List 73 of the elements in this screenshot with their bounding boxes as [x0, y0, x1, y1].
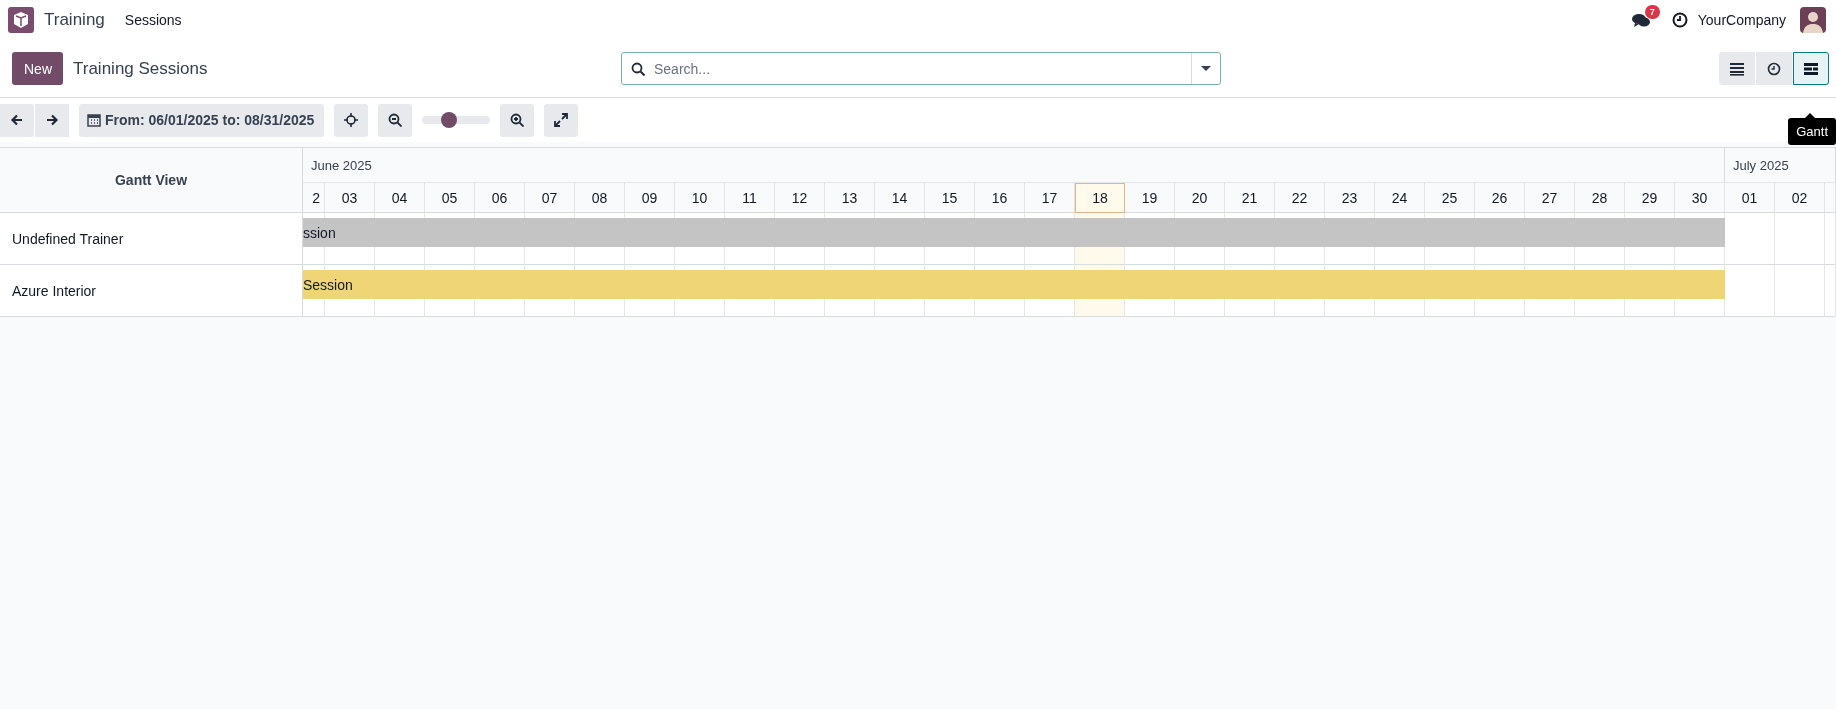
day-header: 18	[1075, 183, 1125, 213]
caret-icon[interactable]	[1201, 66, 1211, 71]
zoom-in-icon	[510, 113, 525, 127]
zoom-out-icon	[388, 113, 403, 127]
day-header: 17	[1025, 183, 1075, 213]
gantt-bar[interactable]: ssion	[303, 218, 1725, 247]
day-header: 29	[1625, 183, 1675, 213]
day-header: 08	[575, 183, 625, 213]
gantt-bar[interactable]: Session	[303, 270, 1725, 299]
clock-icon[interactable]	[1671, 12, 1688, 28]
company-name[interactable]: YourCompany	[1697, 12, 1786, 28]
day-header: 14	[875, 183, 925, 213]
app-logo-icon[interactable]	[8, 7, 34, 33]
list-view-icon	[1729, 60, 1745, 77]
day-header: 19	[1125, 183, 1175, 213]
menu-item[interactable]: Sessions	[124, 12, 182, 28]
new-button[interactable]: New	[12, 52, 63, 85]
day-header: 04	[375, 183, 425, 213]
slider-thumb[interactable]	[440, 112, 457, 128]
gantt-view-icon	[1803, 60, 1819, 77]
avatar-icon[interactable]	[1800, 7, 1826, 33]
expand-button[interactable]	[544, 103, 579, 137]
expand-icon	[554, 113, 569, 127]
search-input[interactable]: Search...	[652, 59, 1191, 78]
day-header: 21	[1225, 183, 1275, 213]
day-header: 26	[1475, 183, 1525, 213]
view-switch-button[interactable]	[1793, 52, 1829, 85]
arrow-left-icon	[10, 113, 24, 127]
calendar-icon	[87, 113, 101, 127]
month-header: July 2025	[1725, 148, 1836, 183]
zoom-in-button[interactable]	[500, 103, 535, 137]
day-header: 07	[525, 183, 575, 213]
day-header: 30	[1675, 183, 1725, 213]
search-bar[interactable]: Search...	[621, 52, 1221, 85]
day-header: 24	[1375, 183, 1425, 213]
day-header: 11	[725, 183, 775, 213]
clock-icon	[1766, 60, 1782, 77]
day-header: 28	[1575, 183, 1625, 213]
arrow-right-icon	[45, 113, 59, 127]
breadcrumb-title: Training Sessions	[73, 58, 209, 79]
day-header: 03	[325, 183, 375, 213]
month-header: June 2025	[303, 148, 1725, 183]
chat-icon[interactable]	[1631, 12, 1650, 28]
day-header: 27	[1525, 183, 1575, 213]
day-header: 05	[425, 183, 475, 213]
column-header: Gantt View	[0, 148, 303, 213]
day-header: 12	[775, 183, 825, 213]
date-range-button[interactable]: From: 06/01/2025 to: 08/31/2025	[79, 103, 325, 137]
next-button[interactable]	[35, 103, 69, 137]
day-header: 13	[825, 183, 875, 213]
day-header: 09	[625, 183, 675, 213]
previous-button[interactable]	[0, 103, 34, 137]
day-header: 25	[1425, 183, 1475, 213]
zoom-out-button[interactable]	[378, 103, 413, 137]
day-header: 23	[1325, 183, 1375, 213]
focus-today-button[interactable]	[334, 103, 369, 137]
row-label[interactable]: Undefined Trainer	[0, 213, 303, 265]
day-header: 01	[1725, 183, 1775, 213]
search-icon	[631, 61, 645, 76]
day-header: 15	[925, 183, 975, 213]
notification-badge: 7	[1644, 5, 1660, 19]
crosshair-icon	[344, 113, 359, 127]
row-label[interactable]: Azure Interior	[0, 265, 303, 317]
day-header: 02	[1775, 183, 1825, 213]
day-header: 06	[475, 183, 525, 213]
app-name[interactable]: Training	[44, 10, 105, 30]
day-header: 20	[1175, 183, 1225, 213]
day-header: 10	[675, 183, 725, 213]
tooltip: Gantt	[1788, 113, 1836, 145]
tooltip-pointer-icon	[1805, 113, 1816, 118]
day-header: 22	[1275, 183, 1325, 213]
day-header: 2	[303, 183, 325, 213]
day-header: 16	[975, 183, 1025, 213]
